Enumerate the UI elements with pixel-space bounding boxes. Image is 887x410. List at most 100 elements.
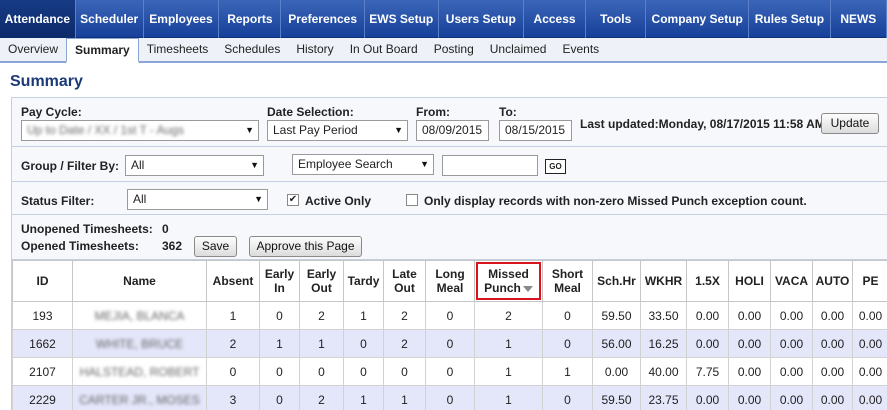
table-cell: 1 [343,301,384,330]
column-header-tardy[interactable]: Tardy [343,260,384,302]
search-input[interactable] [442,155,538,176]
nav-reports[interactable]: Reports [219,0,282,38]
nav-employees[interactable]: Employees [144,0,220,38]
nav-rules-setup[interactable]: Rules Setup [749,0,831,38]
nav-access[interactable]: Access [524,0,587,38]
go-button[interactable]: GO [545,159,566,174]
sub-navigation: Overview Summary Timesheets Schedules Histor… [0,38,887,63]
column-header-label: HOLI [735,274,764,288]
table-cell: 0.00 [852,301,887,330]
table-cell: 2 [206,329,260,358]
column-header-sch-hr[interactable]: Sch.Hr [592,260,641,302]
table-cell: 0 [343,357,384,386]
table-cell: 0.00 [728,357,771,386]
column-header-label: Tardy [347,274,380,288]
table-cell[interactable]: 1662 [12,329,73,358]
table-row[interactable]: 2107 HALSTEAD, ROBERT 0 0 0 0 0 0 1 1 0.00 40.00 7.7… [12,357,887,386]
to-date-input[interactable]: 08/15/2015 [499,120,572,141]
table-cell: 0 [542,385,593,410]
table-cell: 0.00 [770,385,813,410]
subnav-posting[interactable]: Posting [426,38,482,61]
update-button[interactable]: Update [821,113,879,134]
nav-scheduler[interactable]: Scheduler [76,0,144,38]
from-date-input[interactable]: 08/09/2015 [416,120,489,141]
approve-page-button[interactable]: Approve this Page [249,236,362,257]
employee-name-link[interactable]: MEJIA, BLANCA [72,301,207,330]
employee-search-select[interactable]: Employee Search ▼ [292,154,434,175]
subnav-events[interactable]: Events [554,38,607,61]
column-header-missed-punch[interactable]: Missed Punch [474,260,543,302]
column-header-name[interactable]: Name [72,260,207,302]
table-cell: 0.00 [852,385,887,410]
opened-timesheets-count: 362 [162,239,183,253]
nav-users-setup[interactable]: Users Setup [439,0,525,38]
nav-preferences[interactable]: Preferences [281,0,365,38]
date-selection-select[interactable]: Last Pay Period ▼ [267,120,408,141]
highlight-box [476,262,541,300]
employee-name: CARTER JR., MOSES [79,392,200,407]
employee-name-link[interactable]: WHITE, BRUCE [72,329,207,358]
employee-name-link[interactable]: HALSTEAD, ROBERT [72,357,207,386]
table-cell: 0.00 [728,301,771,330]
table-cell: 0 [383,357,426,386]
column-header-pe[interactable]: PE [852,260,887,302]
nav-tools[interactable]: Tools [586,0,647,38]
employee-name-link[interactable]: CARTER JR., MOSES [72,385,207,410]
column-header-early-out[interactable]: Early Out [299,260,344,302]
column-header-1-5x[interactable]: 1.5X [686,260,729,302]
table-row[interactable]: 193 MEJIA, BLANCA 1 0 2 1 2 0 2 0 59.50 33.50 0.00 0.… [12,301,887,330]
pay-cycle-select[interactable]: Up to Date / XX / 1st T - Augs ▼ [21,120,259,141]
column-header-label: ID [36,274,49,288]
table-cell[interactable]: 193 [12,301,73,330]
table-cell: 33.50 [640,301,687,330]
subnav-timesheets[interactable]: Timesheets [139,38,217,61]
subnav-history[interactable]: History [288,38,341,61]
pay-cycle-value: Up to Date / XX / 1st T - Augs [27,123,184,137]
divider [12,181,887,182]
column-header-holi[interactable]: HOLI [728,260,771,302]
column-header-late-out[interactable]: Late Out [383,260,426,302]
subnav-unclaimed[interactable]: Unclaimed [482,38,555,61]
column-header-long-meal[interactable]: Long Meal [425,260,475,302]
group-filter-select[interactable]: All ▼ [125,155,264,176]
subnav-in-out-board[interactable]: In Out Board [342,38,426,61]
subnav-summary[interactable]: Summary [66,38,139,63]
nav-news[interactable]: NEWS [831,0,887,38]
subnav-schedules[interactable]: Schedules [216,38,288,61]
table-cell: 1 [259,329,300,358]
employee-name: WHITE, BRUCE [95,336,184,351]
table-cell: 23.75 [640,385,687,410]
column-header-vaca[interactable]: VACA [770,260,813,302]
table-cell: 2 [383,301,426,330]
table-cell: 0.00 [852,329,887,358]
table-cell[interactable]: 2229 [12,385,73,410]
status-filter-select[interactable]: All ▼ [127,189,268,210]
nav-ews-setup[interactable]: EWS Setup [365,0,439,38]
table-cell: 0 [259,357,300,386]
subnav-overview[interactable]: Overview [0,38,66,61]
nav-company-setup[interactable]: Company Setup [646,0,750,38]
nav-attendance[interactable]: Attendance [0,0,76,38]
save-button[interactable]: Save [194,236,237,257]
column-header-early-in[interactable]: Early In [259,260,300,302]
active-only-label: Active Only [305,194,372,208]
table-row[interactable]: 2229 CARTER JR., MOSES 3 0 2 1 1 0 1 0 59.50 23.75 0… [12,385,887,410]
group-filter-label: Group / Filter By: [21,159,120,173]
column-header-label: Short Meal [551,267,584,295]
column-header-wkhr[interactable]: WKHR [640,260,687,302]
table-cell: 0 [542,329,593,358]
column-header-id[interactable]: ID [12,260,73,302]
table-cell: 0 [259,385,300,410]
nonzero-missed-punch-checkbox[interactable] [406,194,418,206]
column-header-absent[interactable]: Absent [206,260,260,302]
table-row[interactable]: 1662 WHITE, BRUCE 2 1 1 0 2 0 1 0 56.00 16.25 0.00 0.… [12,329,887,358]
active-only-checkbox[interactable]: ✔ [287,194,299,206]
column-header-short-meal[interactable]: Short Meal [542,260,593,302]
table-cell[interactable]: 2107 [12,357,73,386]
last-updated-text: Last updated:Monday, 08/17/2015 11:58 AM [580,117,825,131]
column-header-auto[interactable]: AUTO [812,260,853,302]
column-header-label: Late Out [392,267,417,295]
chevron-down-icon: ▼ [254,194,263,204]
date-selection-label: Date Selection: [267,105,354,119]
divider [12,146,887,147]
